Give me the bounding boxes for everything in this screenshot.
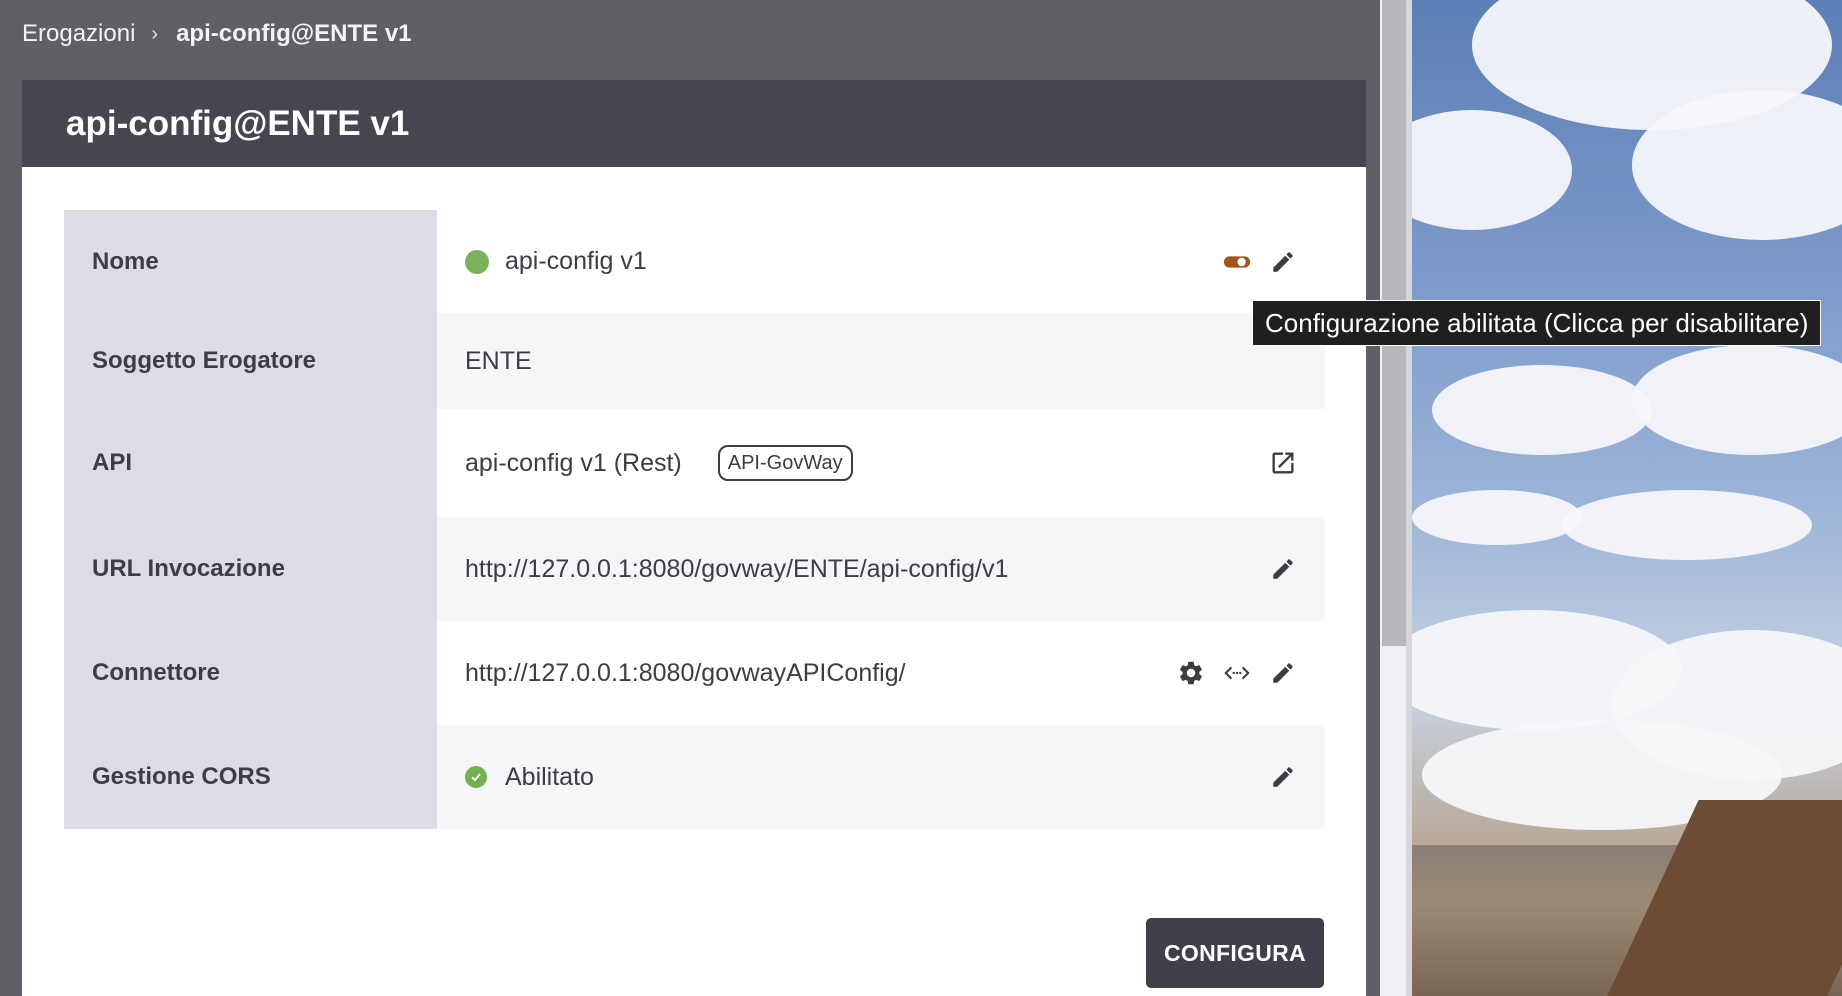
pencil-icon[interactable] bbox=[1269, 248, 1297, 276]
row-value: ENTE bbox=[437, 313, 1325, 409]
detail-table: Nome api-config v1 Soggetto Erogatore EN… bbox=[64, 210, 1325, 829]
status-dot-icon bbox=[465, 249, 489, 274]
row-api: API api-config v1 (Rest) API-GovWay bbox=[64, 409, 1325, 517]
page-title: api-config@ENTE v1 bbox=[66, 103, 410, 143]
toggle-icon[interactable] bbox=[1223, 248, 1251, 276]
card-header: api-config@ENTE v1 bbox=[22, 80, 1366, 167]
cors-value: Abilitato bbox=[505, 762, 594, 791]
row-label: API bbox=[64, 409, 437, 517]
row-label: URL Invocazione bbox=[64, 517, 437, 621]
connettore-value: http://127.0.0.1:8080/govwayAPIConfig/ bbox=[465, 658, 906, 687]
pencil-icon[interactable] bbox=[1269, 555, 1297, 583]
api-value: api-config v1 (Rest) bbox=[465, 448, 682, 477]
check-circle-icon bbox=[465, 766, 487, 788]
breadcrumb: Erogazioni › api-config@ENTE v1 bbox=[22, 18, 412, 50]
desktop-wallpaper bbox=[1412, 0, 1842, 996]
breadcrumb-current: api-config@ENTE v1 bbox=[176, 20, 412, 47]
row-label: Soggetto Erogatore bbox=[64, 313, 437, 409]
row-value: api-config v1 (Rest) API-GovWay bbox=[437, 409, 1325, 517]
row-label: Connettore bbox=[64, 621, 437, 725]
row-nome: Nome api-config v1 bbox=[64, 210, 1325, 313]
chevron-right-icon: › bbox=[151, 22, 159, 45]
url-value: http://127.0.0.1:8080/govway/ENTE/api-co… bbox=[465, 554, 1009, 583]
row-value: Abilitato bbox=[437, 725, 1325, 829]
row-value: api-config v1 bbox=[437, 210, 1325, 313]
soggetto-value: ENTE bbox=[465, 346, 532, 375]
row-soggetto: Soggetto Erogatore ENTE bbox=[64, 313, 1325, 409]
tooltip: Configurazione abilitata (Clicca per dis… bbox=[1252, 300, 1822, 346]
detail-card: api-config@ENTE v1 Nome api-config v1 So… bbox=[22, 80, 1366, 996]
app-area: Erogazioni › api-config@ENTE v1 api-conf… bbox=[0, 0, 1380, 996]
open-external-icon[interactable] bbox=[1269, 449, 1297, 477]
row-value: http://127.0.0.1:8080/govwayAPIConfig/ bbox=[437, 621, 1325, 725]
row-cors: Gestione CORS Abilitato bbox=[64, 725, 1325, 829]
code-arrows-icon[interactable] bbox=[1223, 659, 1251, 687]
pencil-icon[interactable] bbox=[1269, 659, 1297, 687]
configure-button[interactable]: CONFIGURA bbox=[1146, 918, 1324, 988]
row-label: Nome bbox=[64, 210, 437, 313]
row-label: Gestione CORS bbox=[64, 725, 437, 829]
row-connettore: Connettore http://127.0.0.1:8080/govwayA… bbox=[64, 621, 1325, 725]
pencil-icon[interactable] bbox=[1269, 763, 1297, 791]
nome-value: api-config v1 bbox=[505, 247, 647, 275]
gear-icon[interactable] bbox=[1177, 659, 1205, 687]
row-value: http://127.0.0.1:8080/govway/ENTE/api-co… bbox=[437, 517, 1325, 621]
api-type-badge: API-GovWay bbox=[717, 445, 853, 481]
row-url: URL Invocazione http://127.0.0.1:8080/go… bbox=[64, 517, 1325, 621]
breadcrumb-parent-link[interactable]: Erogazioni bbox=[22, 20, 135, 48]
